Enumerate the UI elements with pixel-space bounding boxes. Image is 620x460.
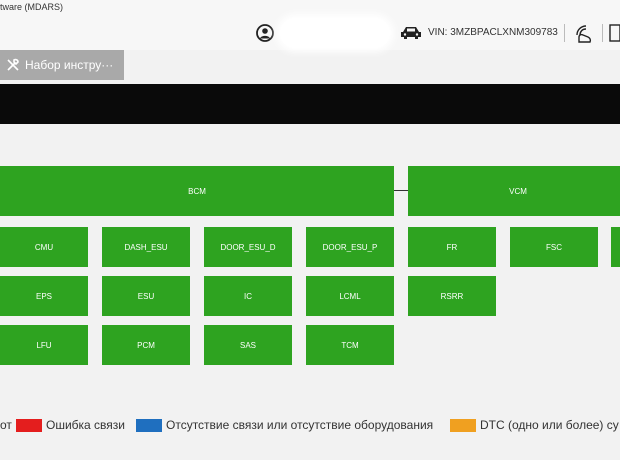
legend-swatch-red	[16, 418, 42, 432]
legend-item-no-comm: Отсутствие связи или отсутствие оборудов…	[136, 416, 433, 434]
legend-label: Ошибка связи	[46, 418, 126, 432]
hand-signal-icon[interactable]	[574, 23, 594, 43]
module-fsc[interactable]: FSC	[510, 227, 598, 267]
legend-swatch-blue	[136, 418, 162, 432]
module-dash-esu[interactable]: DASH_ESU	[102, 227, 190, 267]
module-esu[interactable]: ESU	[102, 276, 190, 316]
window-title: tware (MDARS)	[0, 2, 64, 12]
legend-swatch-orange	[450, 418, 476, 432]
module-eps[interactable]: EPS	[0, 276, 88, 316]
divider	[602, 24, 603, 42]
module-door-esu-d[interactable]: DOOR_ESU_D	[204, 227, 292, 267]
legend-item-dtc: DTC (одно или более) су	[450, 416, 619, 434]
module-fr[interactable]: FR	[408, 227, 496, 267]
module-door-esu-p[interactable]: DOOR_ESU_P	[306, 227, 394, 267]
module-tcm[interactable]: TCM	[306, 325, 394, 365]
vin-label: VIN: 3MZBPACLXNM309783	[428, 27, 558, 38]
toolkit-button[interactable]: Набор инстру···	[0, 50, 124, 80]
title-bar: tware (MDARS)	[0, 0, 620, 16]
module-vcm[interactable]: VCM	[408, 166, 620, 216]
module-sas[interactable]: SAS	[204, 325, 292, 365]
header-banner	[0, 84, 620, 124]
module-cmu[interactable]: CMU	[0, 227, 88, 267]
module-lfu[interactable]: LFU	[0, 325, 88, 365]
top-bar: VIN: 3MZBPACLXNM309783	[0, 16, 620, 50]
legend-item-ok: от	[0, 416, 12, 434]
user-icon[interactable]	[256, 24, 274, 42]
exit-icon[interactable]	[608, 24, 620, 42]
bcm-vcm-link	[394, 190, 408, 191]
legend-label: от	[0, 418, 12, 432]
car-icon	[401, 27, 421, 39]
status-legend: от Ошибка связи Отсутствие связи или отс…	[0, 416, 620, 434]
tools-icon	[7, 58, 19, 71]
legend-item-comm-error: Ошибка связи	[16, 416, 125, 434]
module-pcm[interactable]: PCM	[102, 325, 190, 365]
module-ic[interactable]: IC	[204, 276, 292, 316]
module-rsrr[interactable]: RSRR	[408, 276, 496, 316]
module-partial[interactable]	[611, 227, 620, 267]
legend-label: Отсутствие связи или отсутствие оборудов…	[166, 418, 434, 432]
module-lcml[interactable]: LCML	[306, 276, 394, 316]
user-name-redacted	[280, 18, 390, 48]
toolkit-label: Набор инстру···	[25, 58, 114, 72]
module-bcm[interactable]: BCM	[0, 166, 394, 216]
legend-label: DTC (одно или более) су	[480, 418, 619, 432]
divider	[564, 24, 565, 42]
